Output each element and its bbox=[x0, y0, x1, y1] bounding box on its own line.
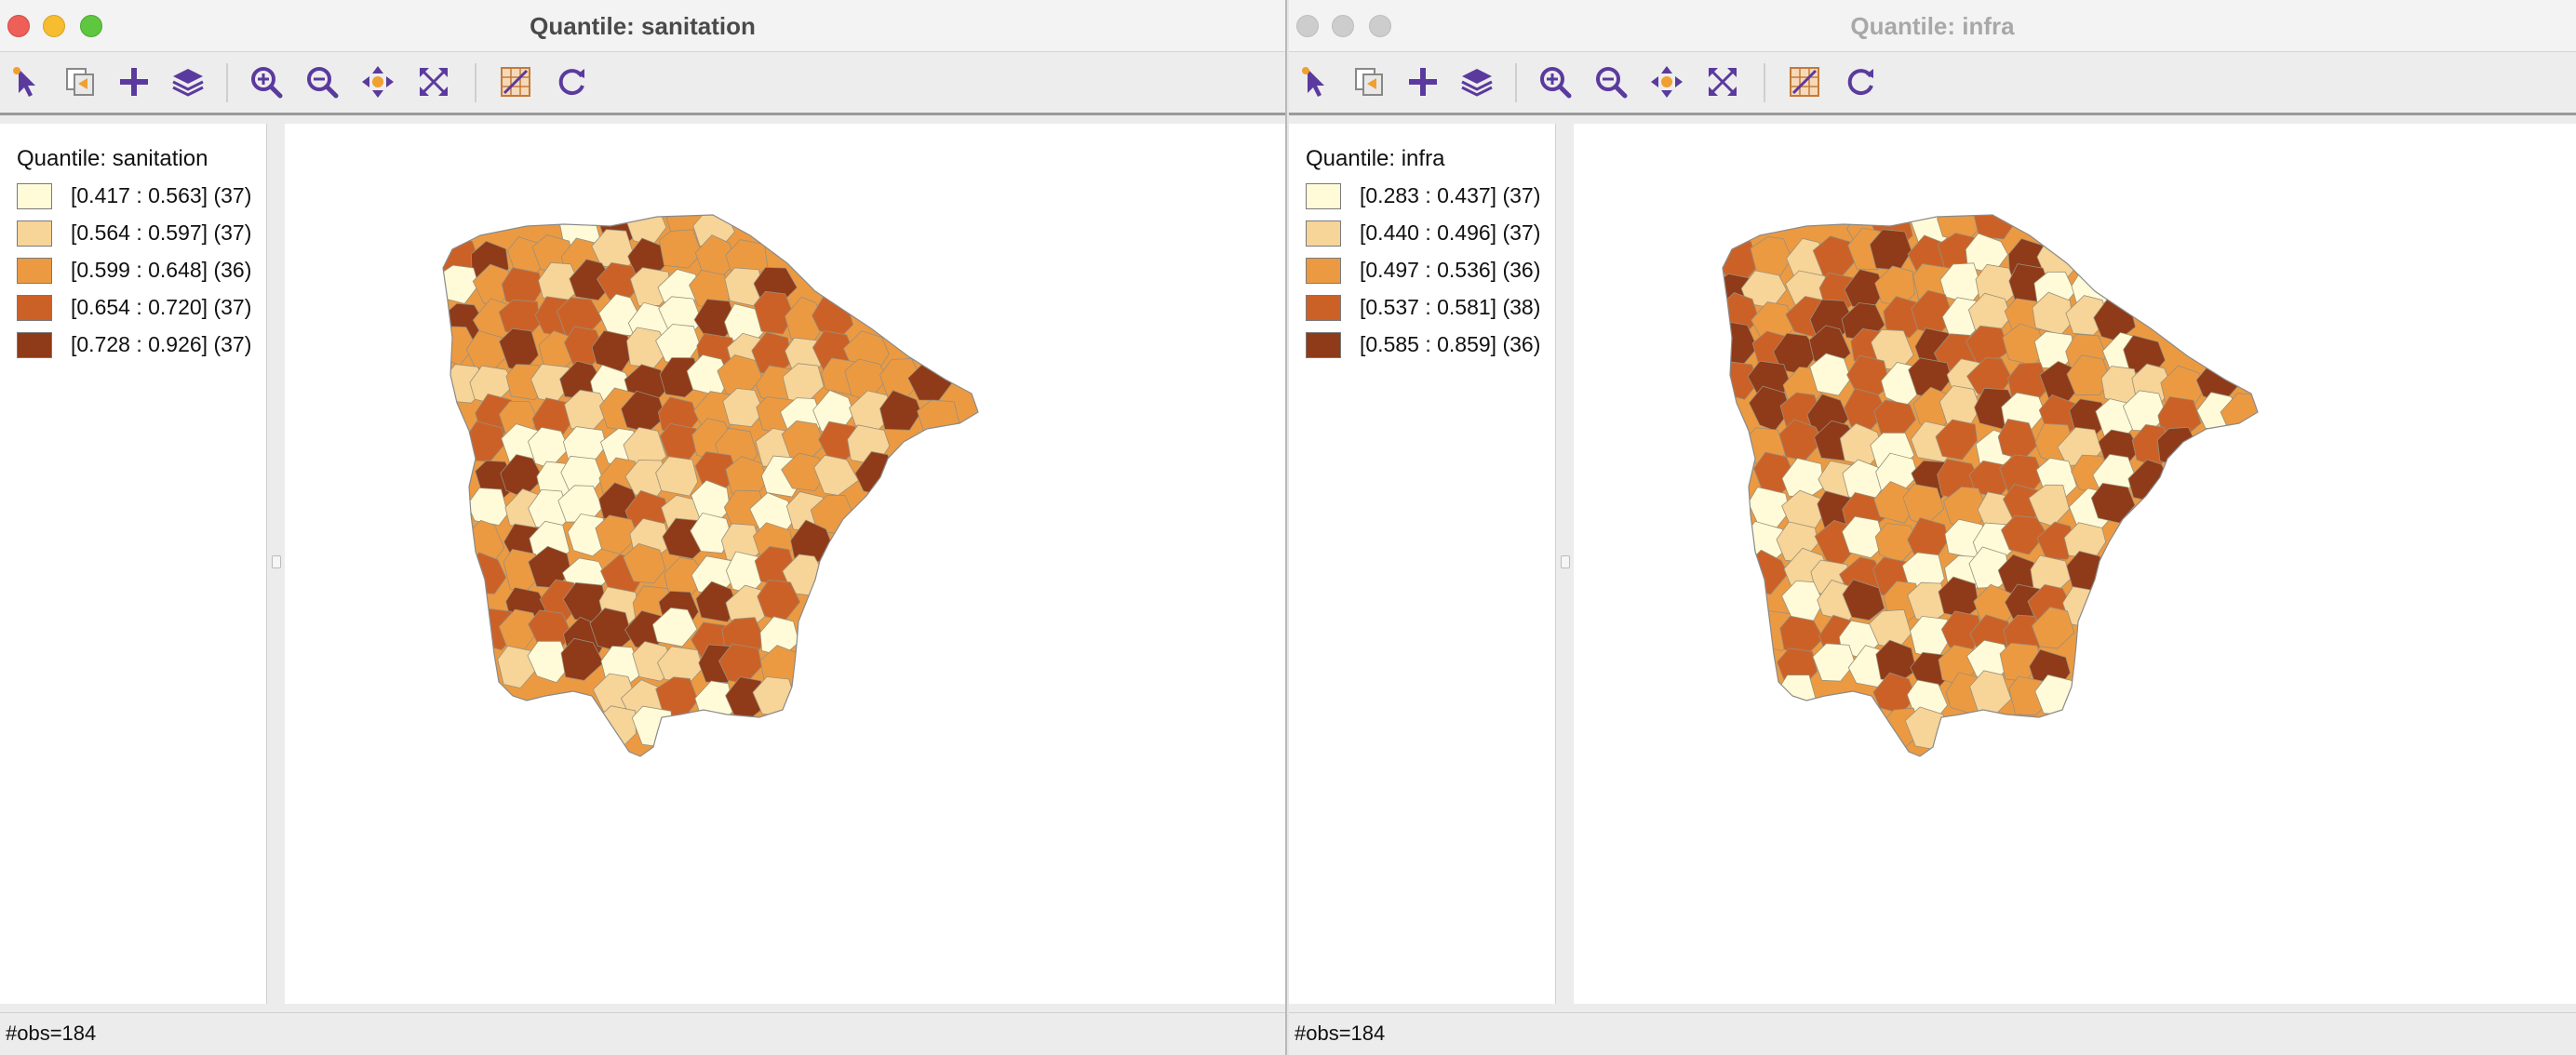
select-copy-icon[interactable] bbox=[1347, 60, 1391, 104]
legend-label: [0.417 : 0.563] (37) bbox=[71, 183, 252, 207]
layers-icon[interactable] bbox=[166, 60, 210, 104]
legend-label: [0.497 : 0.536] (36) bbox=[1360, 258, 1541, 282]
map-canvas[interactable] bbox=[285, 124, 1287, 1004]
map-toolbar bbox=[1289, 52, 2576, 115]
legend-item[interactable]: [0.654 : 0.720] (37) bbox=[17, 293, 268, 321]
legend-swatch bbox=[17, 332, 52, 358]
full-extent-icon[interactable] bbox=[1700, 60, 1745, 104]
panel-splitter[interactable] bbox=[1557, 124, 1574, 1004]
legend-title: Quantile: infra bbox=[1306, 146, 1445, 171]
legend-item[interactable]: [0.599 : 0.648] (36) bbox=[17, 256, 268, 284]
observation-count: #obs=184 bbox=[1295, 1022, 1386, 1045]
map-canvas[interactable] bbox=[1574, 124, 2576, 1004]
status-bar: #obs=184 bbox=[0, 1012, 1285, 1055]
legend-label: [0.283 : 0.437] (37) bbox=[1360, 183, 1541, 207]
zoom-in-icon[interactable] bbox=[244, 60, 288, 104]
legend-label: [0.564 : 0.597] (37) bbox=[71, 220, 252, 245]
splitter-grip[interactable] bbox=[1561, 555, 1570, 568]
choropleth-map[interactable] bbox=[1574, 124, 2576, 1004]
title-bar: Quantile: sanitation bbox=[0, 0, 1285, 52]
observation-count: #obs=184 bbox=[6, 1022, 97, 1045]
add-plus-icon[interactable] bbox=[112, 60, 156, 104]
select-copy-icon[interactable] bbox=[58, 60, 102, 104]
legend-swatch bbox=[17, 183, 52, 209]
legend-swatch bbox=[1306, 258, 1341, 284]
legend-panel: Quantile: sanitation [0.417 : 0.563] (37… bbox=[0, 124, 267, 1004]
municipality-polygon[interactable] bbox=[2090, 482, 2136, 524]
legend-item[interactable]: [0.417 : 0.563] (37) bbox=[17, 181, 268, 209]
window-title: Quantile: infra bbox=[1850, 12, 2015, 40]
panel-splitter[interactable] bbox=[268, 124, 285, 1004]
legend-item[interactable]: [0.283 : 0.437] (37) bbox=[1306, 181, 1557, 209]
legend-swatch bbox=[17, 295, 52, 321]
zoom-out-icon[interactable] bbox=[300, 60, 344, 104]
toolbar-separator bbox=[475, 63, 476, 102]
legend-item[interactable]: [0.440 : 0.496] (37) bbox=[1306, 219, 1557, 247]
legend-swatch bbox=[1306, 220, 1341, 247]
legend-label: [0.728 : 0.926] (37) bbox=[71, 332, 252, 356]
map-toolbar bbox=[0, 52, 1285, 115]
window-title: Quantile: sanitation bbox=[530, 12, 756, 40]
pan-icon[interactable] bbox=[356, 60, 400, 104]
full-extent-icon[interactable] bbox=[411, 60, 456, 104]
municipality-polygon[interactable] bbox=[1716, 238, 1758, 280]
right-map-window: Quantile: infra Quantile: infra [0.283 :… bbox=[1289, 0, 2576, 1055]
map-settings-icon[interactable] bbox=[493, 60, 538, 104]
refresh-icon[interactable] bbox=[549, 60, 594, 104]
legend-item[interactable]: [0.728 : 0.926] (37) bbox=[17, 330, 268, 358]
legend-item[interactable]: [0.497 : 0.536] (36) bbox=[1306, 256, 1557, 284]
municipality-polygon[interactable] bbox=[917, 399, 961, 442]
legend-title: Quantile: sanitation bbox=[17, 146, 208, 171]
toolbar-separator bbox=[1515, 63, 1517, 102]
legend-swatch bbox=[1306, 183, 1341, 209]
zoom-out-icon[interactable] bbox=[1589, 60, 1633, 104]
legend-label: [0.599 : 0.648] (36) bbox=[71, 258, 252, 282]
municipality-polygon[interactable] bbox=[1777, 674, 1818, 715]
pan-icon[interactable] bbox=[1644, 60, 1689, 104]
zoom-in-icon[interactable] bbox=[1533, 60, 1577, 104]
left-map-window: Quantile: sanitation Quantile: sanitatio… bbox=[0, 0, 1287, 1055]
legend-swatch bbox=[17, 258, 52, 284]
map-settings-icon[interactable] bbox=[1782, 60, 1827, 104]
toolbar-separator bbox=[226, 63, 228, 102]
refresh-icon[interactable] bbox=[1838, 60, 1883, 104]
legend-item[interactable]: [0.537 : 0.581] (38) bbox=[1306, 293, 1557, 321]
legend-label: [0.440 : 0.496] (37) bbox=[1360, 220, 1541, 245]
select-arrow-icon[interactable] bbox=[1293, 60, 1337, 104]
legend-label: [0.537 : 0.581] (38) bbox=[1360, 295, 1541, 319]
legend-item[interactable]: [0.585 : 0.859] (36) bbox=[1306, 330, 1557, 358]
layers-icon[interactable] bbox=[1455, 60, 1499, 104]
add-plus-icon[interactable] bbox=[1401, 60, 1445, 104]
legend-swatch bbox=[17, 220, 52, 247]
splitter-grip[interactable] bbox=[272, 555, 281, 568]
legend-item[interactable]: [0.564 : 0.597] (37) bbox=[17, 219, 268, 247]
title-bar: Quantile: infra bbox=[1289, 0, 2576, 52]
legend-swatch bbox=[1306, 295, 1341, 321]
legend-label: [0.585 : 0.859] (36) bbox=[1360, 332, 1541, 356]
legend-panel: Quantile: infra [0.283 : 0.437] (37) [0.… bbox=[1289, 124, 1556, 1004]
status-bar: #obs=184 bbox=[1289, 1012, 2576, 1055]
legend-swatch bbox=[1306, 332, 1341, 358]
toolbar-separator bbox=[1764, 63, 1765, 102]
select-arrow-icon[interactable] bbox=[4, 60, 48, 104]
choropleth-map[interactable] bbox=[285, 124, 1287, 1004]
legend-label: [0.654 : 0.720] (37) bbox=[71, 295, 252, 319]
